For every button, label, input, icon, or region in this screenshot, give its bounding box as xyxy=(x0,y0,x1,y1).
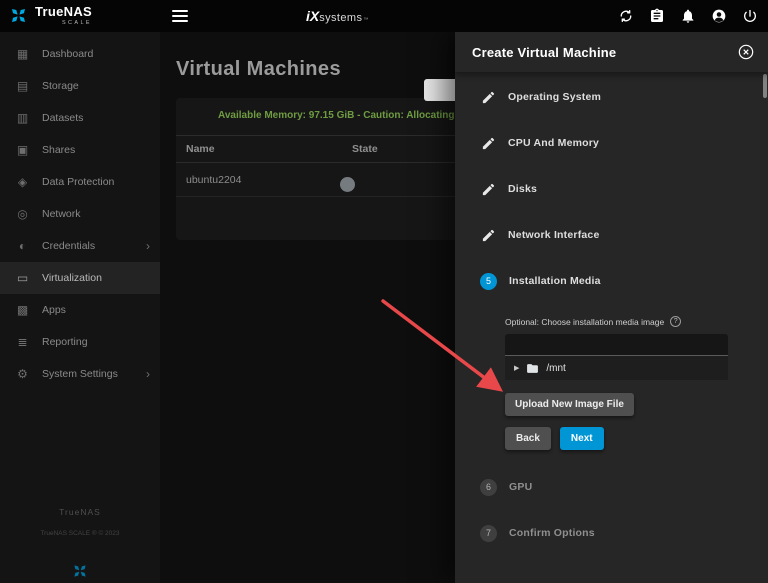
jobs-icon[interactable] xyxy=(649,8,665,24)
panel-scrollbar[interactable] xyxy=(763,74,767,98)
sidebar-item-credentials[interactable]: Credentials xyxy=(0,230,160,262)
dashboard-icon xyxy=(15,47,30,61)
virtualization-icon xyxy=(15,271,30,285)
apps-icon xyxy=(15,303,30,317)
sidebar-item-system-settings[interactable]: System Settings xyxy=(0,358,160,390)
topbar: TrueNAS SCALE iXsystems™ xyxy=(0,0,768,32)
wizard-step-network-interface[interactable]: Network Interface xyxy=(455,212,768,258)
step-number-badge: 6 xyxy=(480,479,497,496)
brand-sub: SCALE xyxy=(35,20,92,26)
tree-node-mnt[interactable]: /mnt xyxy=(505,356,728,380)
folder-icon xyxy=(526,362,539,375)
sidebar-item-virtualization[interactable]: Virtualization xyxy=(0,262,160,294)
wizard-step-confirm-options[interactable]: 7 Confirm Options xyxy=(455,510,768,556)
truenas-flower-icon xyxy=(8,5,29,26)
sidebar-item-storage[interactable]: Storage xyxy=(0,70,160,102)
shares-icon xyxy=(15,143,30,157)
next-button[interactable]: Next xyxy=(560,427,604,450)
tree-expand-icon[interactable] xyxy=(514,364,519,372)
media-field-label: Optional: Choose installation media imag… xyxy=(505,317,664,327)
truecommand-icon[interactable] xyxy=(618,8,634,24)
sidebar-item-shares[interactable]: Shares xyxy=(0,134,160,166)
sidebar-item-datasets[interactable]: Datasets xyxy=(0,102,160,134)
create-vm-panel: Create Virtual Machine Operating System … xyxy=(455,32,768,583)
installation-media-form: Optional: Choose installation media imag… xyxy=(455,304,768,450)
truenas-flower-icon xyxy=(71,562,89,580)
network-icon xyxy=(15,207,30,221)
power-icon[interactable] xyxy=(742,8,758,24)
chevron-right-icon xyxy=(146,367,150,381)
chevron-right-icon xyxy=(146,239,150,253)
wizard-step-operating-system[interactable]: Operating System xyxy=(455,74,768,120)
account-icon[interactable] xyxy=(711,8,727,24)
sidebar-item-data-protection[interactable]: Data Protection xyxy=(0,166,160,198)
wizard-step-cpu-memory[interactable]: CPU And Memory xyxy=(455,120,768,166)
menu-icon[interactable] xyxy=(172,10,188,22)
vm-name: ubuntu2204 xyxy=(176,174,352,186)
ixsystems-logo: iXsystems™ xyxy=(306,8,368,24)
brand-name: TrueNAS xyxy=(35,5,92,18)
edit-icon xyxy=(481,90,496,105)
column-header-name: Name xyxy=(176,143,352,155)
tree-node-label: /mnt xyxy=(546,363,565,374)
panel-title: Create Virtual Machine xyxy=(472,45,738,60)
datasets-icon xyxy=(15,111,30,125)
storage-icon xyxy=(15,79,30,93)
step-number-badge: 5 xyxy=(480,273,497,290)
wizard-step-disks[interactable]: Disks xyxy=(455,166,768,212)
edit-icon xyxy=(481,228,496,243)
data-protection-icon xyxy=(15,175,30,189)
notifications-icon[interactable] xyxy=(680,8,696,24)
wizard-step-gpu[interactable]: 6 GPU xyxy=(455,464,768,510)
step-number-badge: 7 xyxy=(480,525,497,542)
sidebar-footer-copyright: TrueNAS SCALE ® © 2023 xyxy=(0,530,160,537)
system-settings-icon xyxy=(15,367,30,381)
reporting-icon xyxy=(15,335,30,349)
upload-new-image-button[interactable]: Upload New Image File xyxy=(505,393,634,416)
edit-icon xyxy=(481,182,496,197)
close-icon[interactable] xyxy=(738,44,754,60)
wizard-step-installation-media[interactable]: 5 Installation Media xyxy=(455,258,768,304)
truenas-logo[interactable]: TrueNAS SCALE xyxy=(8,5,92,26)
sidebar-item-network[interactable]: Network xyxy=(0,198,160,230)
sidebar-item-dashboard[interactable]: Dashboard xyxy=(0,38,160,70)
sidebar-footer-brand: TrueNAS xyxy=(0,507,160,517)
back-button[interactable]: Back xyxy=(505,427,551,450)
media-path-input[interactable] xyxy=(505,334,728,356)
sidebar-item-reporting[interactable]: Reporting xyxy=(0,326,160,358)
sidebar: Dashboard Storage Datasets Shares Data P… xyxy=(0,32,160,583)
credentials-icon xyxy=(15,239,30,253)
panel-header: Create Virtual Machine xyxy=(455,32,768,72)
sidebar-item-apps[interactable]: Apps xyxy=(0,294,160,326)
help-icon[interactable] xyxy=(670,316,681,327)
edit-icon xyxy=(481,136,496,151)
page-title: Virtual Machines xyxy=(176,58,341,81)
